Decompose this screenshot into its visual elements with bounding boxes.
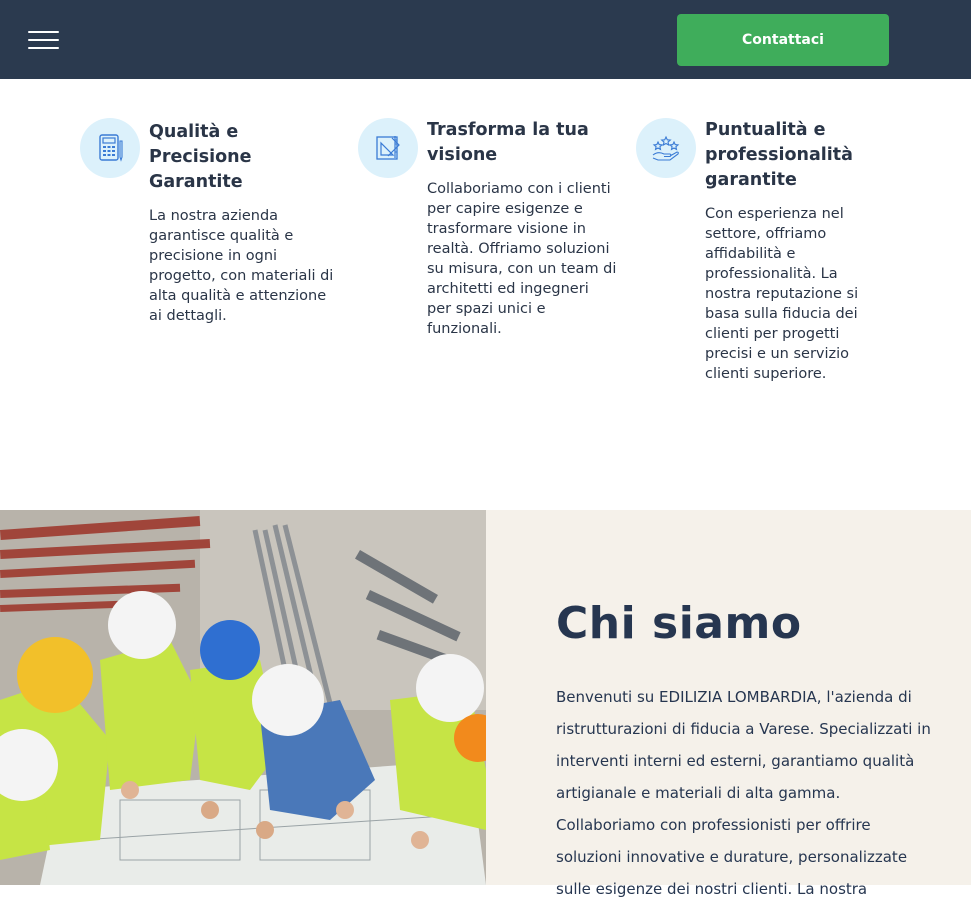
top-navigation-bar: Contattaci [0, 0, 971, 79]
construction-workers-reviewing-blueprints-photo [0, 510, 486, 885]
about-section: Chi siamo Benvenuti su EDILIZIA LOMBARDI… [0, 510, 971, 898]
feature-title: Qualità e Precisione Garantite [149, 122, 252, 192]
contact-button[interactable]: Contattaci [677, 14, 889, 66]
hamburger-menu-icon[interactable] [28, 29, 60, 51]
rating-stars-hand-icon [636, 118, 696, 178]
calculator-icon [80, 118, 140, 178]
features-section: Qualità e Precisione Garantite La nostra… [0, 79, 971, 510]
feature-title: Trasforma la tua visione [427, 120, 589, 165]
feature-description: Collaboriamo con i clienti per capire es… [427, 181, 617, 337]
feature-description: La nostra azienda garantisce qualità e p… [149, 208, 334, 324]
blueprint-ruler-icon [358, 118, 418, 178]
about-title: Chi siamo [556, 598, 802, 649]
feature-title: Puntualità e professionalità garantite [705, 120, 853, 190]
about-description: Benvenuti su EDILIZIA LOMBARDIA, l'azien… [556, 688, 931, 898]
feature-description: Con esperienza nel settore, offriamo aff… [705, 206, 859, 382]
